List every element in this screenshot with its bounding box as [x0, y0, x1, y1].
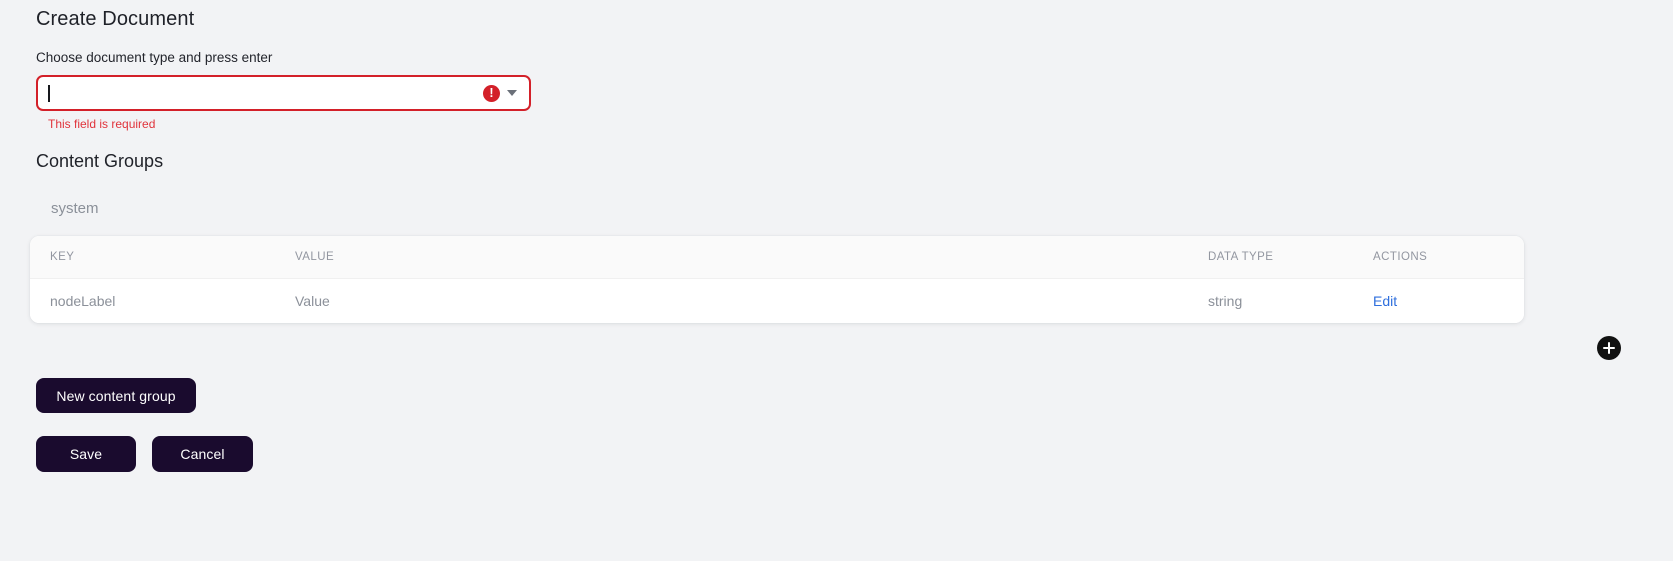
text-cursor	[48, 85, 50, 102]
page-title: Create Document	[36, 8, 195, 30]
column-header-value: VALUE	[295, 251, 335, 263]
create-document-page: Create Document Choose document type and…	[0, 0, 1673, 561]
column-header-actions: ACTIONS	[1373, 251, 1428, 263]
save-button[interactable]: Save	[36, 436, 136, 472]
content-groups-heading: Content Groups	[36, 151, 164, 171]
cell-key: nodeLabel	[50, 293, 116, 309]
table-row: nodeLabel Value string Edit	[30, 279, 1524, 323]
column-header-key: KEY	[50, 251, 75, 263]
cancel-button[interactable]: Cancel	[152, 436, 253, 472]
document-type-label: Choose document type and press enter	[36, 50, 273, 65]
content-group-table: KEY VALUE DATA TYPE ACTIONS nodeLabel Va…	[30, 236, 1524, 323]
document-type-input[interactable]	[48, 77, 483, 109]
plus-icon-vertical	[1607, 342, 1611, 354]
document-type-select[interactable]: !	[36, 75, 531, 111]
cell-actions: Edit	[1373, 293, 1397, 309]
field-error-message: This field is required	[48, 117, 156, 131]
error-exclamation-icon: !	[483, 84, 500, 102]
cell-data-type: string	[1208, 293, 1243, 309]
content-group-name: system	[51, 200, 99, 217]
cell-value: Value	[295, 293, 330, 309]
document-type-field: !	[36, 75, 531, 111]
edit-row-link[interactable]: Edit	[1373, 293, 1397, 309]
table-header-row: KEY VALUE DATA TYPE ACTIONS	[30, 236, 1524, 279]
new-content-group-button[interactable]: New content group	[36, 378, 196, 413]
column-header-data-type: DATA TYPE	[1208, 251, 1274, 263]
add-property-button[interactable]	[1597, 336, 1621, 360]
chevron-down-icon[interactable]	[507, 90, 517, 96]
